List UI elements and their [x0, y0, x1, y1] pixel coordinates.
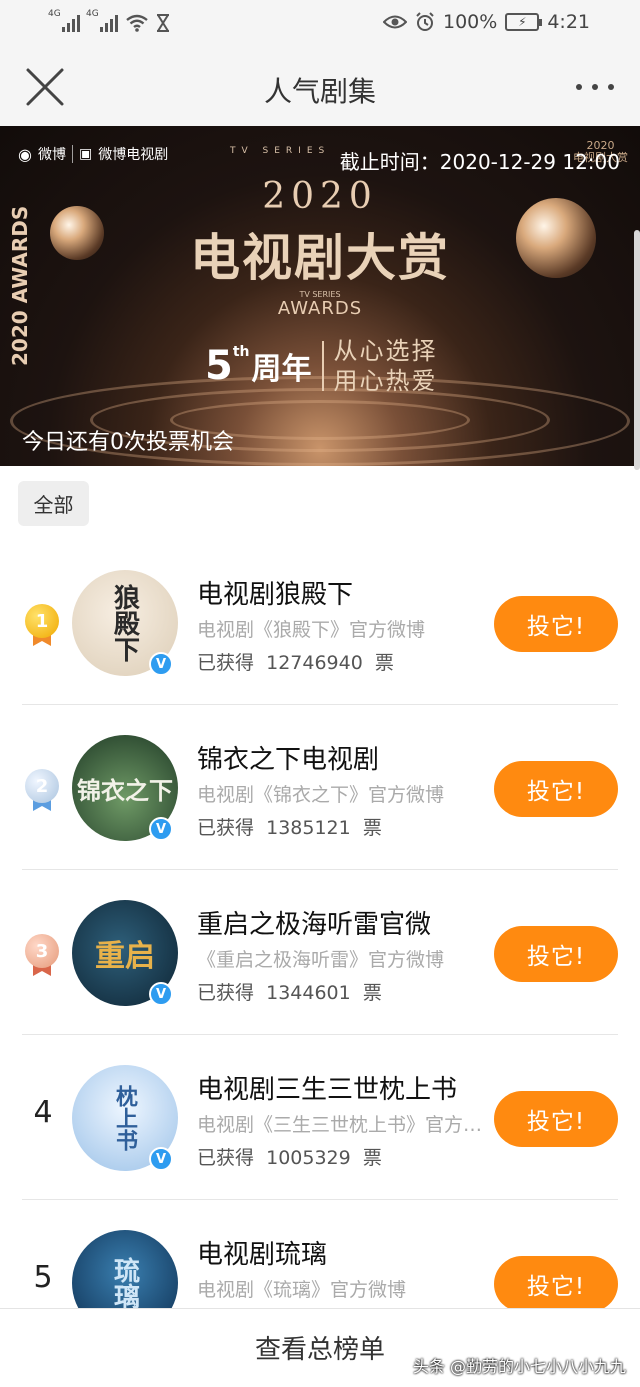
weibo-logo: ◉ 微博 ▣ 微博电视剧: [18, 144, 168, 164]
scrollbar[interactable]: [634, 230, 640, 470]
rank-number: 1: [25, 604, 59, 638]
bottom-bar: 查看总榜单 头条 @勤劳的小七小八小九九: [0, 1308, 640, 1387]
network-type-2: 4G: [86, 9, 99, 19]
more-dot-icon: [608, 84, 614, 90]
vote-button[interactable]: 投它!: [494, 761, 618, 817]
status-right: 100% ⚡ 4:21: [383, 11, 590, 33]
hourglass-icon: [157, 14, 169, 32]
tv-icon: ▣: [78, 146, 93, 162]
slogan-line-2: 用心热爱: [333, 367, 438, 395]
item-name[interactable]: 电视剧琉璃: [197, 1234, 327, 1271]
anniversary-suffix: th: [232, 344, 250, 360]
item-subtitle: 电视剧《锦衣之下》官方微博: [197, 784, 445, 806]
item-subtitle: 电视剧《琉璃》官方微博: [197, 1279, 407, 1301]
verified-icon: V: [149, 1147, 173, 1171]
item-votes: 已获得 1344601 票: [197, 978, 382, 1005]
item-name[interactable]: 锦衣之下电视剧: [197, 739, 379, 776]
rank-number: 5: [33, 1260, 53, 1295]
item-name[interactable]: 电视剧狼殿下: [197, 574, 353, 611]
status-left: 4G 4G: [48, 9, 170, 32]
alarm-icon: [416, 12, 434, 31]
verified-icon: V: [149, 982, 173, 1006]
rank-number: 2: [25, 769, 59, 803]
list-item[interactable]: 3 重启 V 重启之极海听雷官微 《重启之极海听雷》官方微博 已获得 13446…: [0, 870, 640, 1035]
silver-medal-icon: 2: [25, 769, 59, 813]
weibo-label: 微博: [37, 147, 66, 163]
network-type-1: 4G: [48, 9, 61, 19]
rank-number: 3: [25, 934, 59, 968]
weibo-icon: ◉: [18, 144, 32, 164]
votes-label: 已获得: [197, 817, 255, 839]
list-item[interactable]: 1 狼殿下 V 电视剧狼殿下 电视剧《狼殿下》官方微博 已获得 12746940…: [0, 540, 640, 705]
vote-button[interactable]: 投它!: [494, 1091, 618, 1147]
clock: 4:21: [547, 11, 590, 33]
vote-button[interactable]: 投它!: [494, 1256, 618, 1312]
more-dot-icon: [592, 84, 598, 90]
votes-count: 1344601: [266, 982, 351, 1004]
vote-button[interactable]: 投它!: [494, 596, 618, 652]
status-bar: 4G 4G 100% ⚡ 4:21: [0, 0, 640, 48]
votes-label: 已获得: [197, 1147, 255, 1169]
anniversary-mark: 5 th 周年 从心选择 用心热爱: [205, 336, 438, 396]
verified-icon: V: [149, 652, 173, 676]
tv-channel-label: 微博电视剧: [98, 147, 169, 163]
bronze-medal-icon: 3: [25, 934, 59, 978]
watermark: 头条 @勤劳的小七小八小九九: [412, 1357, 626, 1376]
battery-icon: ⚡: [505, 13, 543, 31]
wifi-icon: [126, 14, 148, 32]
signal-2-icon: 4G: [86, 9, 118, 32]
battery-percent: 100%: [443, 11, 498, 33]
list-item[interactable]: 4 枕上书 V 电视剧三生三世枕上书 电视剧《三生三世枕上书》官方微博 已获得 …: [0, 1035, 640, 1200]
list-item[interactable]: 2 锦衣之下 V 锦衣之下电视剧 电视剧《锦衣之下》官方微博 已获得 13851…: [0, 705, 640, 870]
item-subtitle: 电视剧《狼殿下》官方微博: [197, 619, 426, 641]
page-title: 人气剧集: [263, 75, 376, 108]
votes-count: 1005329: [266, 1147, 351, 1169]
votes-count: 1385121: [266, 817, 351, 839]
vote-chance-text: 今日还有0次投票机会: [22, 430, 234, 455]
votes-unit: 票: [362, 1147, 382, 1169]
item-name[interactable]: 重启之极海听雷官微: [197, 904, 431, 941]
votes-unit: 票: [362, 817, 382, 839]
anniversary-number: 5: [205, 343, 233, 389]
more-dot-icon: [576, 84, 582, 90]
votes-label: 已获得: [197, 982, 255, 1004]
slogan-line-1: 从心选择: [333, 337, 438, 365]
anniversary-word: 周年: [251, 352, 312, 387]
item-votes: 已获得 12746940 票: [197, 648, 394, 675]
rank-number: 4: [33, 1095, 53, 1130]
eye-icon: [383, 15, 407, 29]
verified-icon: V: [149, 817, 173, 841]
item-name[interactable]: 电视剧三生三世枕上书: [197, 1069, 457, 1106]
votes-unit: 票: [374, 652, 394, 674]
banner-awards: AWARDS: [277, 298, 363, 319]
signal-1-icon: 4G: [48, 9, 80, 32]
banner-title: 电视剧大赏: [190, 228, 450, 287]
slogan: 从心选择 用心热爱: [334, 336, 438, 396]
votes-unit: 票: [362, 982, 382, 1004]
title-bar: 人气剧集: [0, 48, 640, 126]
tv-series-caption: TV SERIES: [230, 146, 331, 156]
item-subtitle: 《重启之极海听雷》官方微博: [197, 949, 445, 971]
vote-button[interactable]: 投它!: [494, 926, 618, 982]
gold-medal-icon: 1: [25, 604, 59, 648]
item-subtitle: 电视剧《三生三世枕上书》官方微博: [197, 1114, 485, 1136]
filter-all-chip[interactable]: 全部: [18, 481, 89, 526]
awards-banner[interactable]: ◉ 微博 ▣ 微博电视剧 TV SERIES 2020 电视剧大赏 截止时间：2…: [0, 126, 640, 466]
votes-count: 12746940: [266, 652, 363, 674]
item-votes: 已获得 1005329 票: [197, 1143, 382, 1170]
more-button[interactable]: [576, 84, 614, 90]
vertical-awards-label: 2020 AWARDS: [8, 205, 32, 366]
banner-year: 2020: [262, 176, 378, 217]
deadline-text: 截止时间：2020-12-29 12:00: [339, 150, 620, 174]
votes-label: 已获得: [197, 652, 255, 674]
item-votes: 已获得 1385121 票: [197, 813, 382, 840]
